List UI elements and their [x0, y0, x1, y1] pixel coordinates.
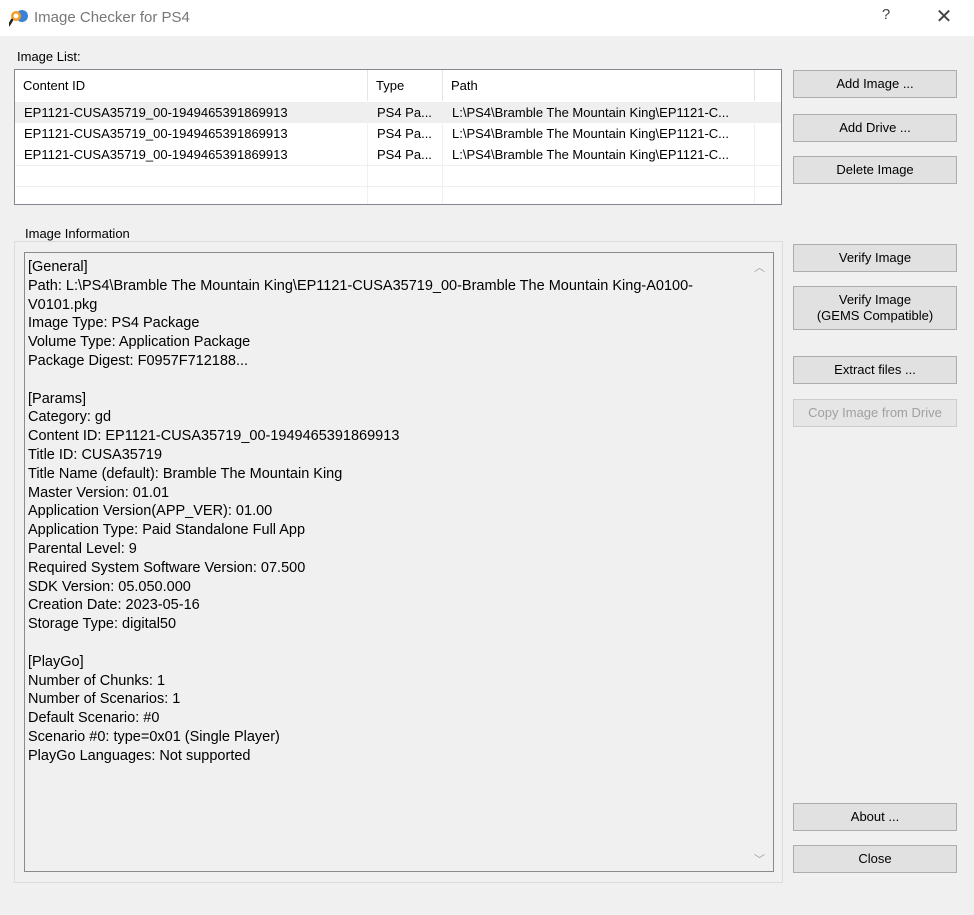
image-information-textbox[interactable]: [General] Path: L:\PS4\Bramble The Mount… [24, 252, 774, 872]
window-title: Image Checker for PS4 [34, 9, 190, 26]
cell-type: PS4 Pa... [368, 102, 443, 123]
verify-image-gems-button[interactable]: Verify Image (GEMS Compatible) [793, 286, 957, 330]
copy-image-from-drive-button: Copy Image from Drive [793, 399, 957, 427]
cell-content-id: EP1121-CUSA35719_00-1949465391869913 [15, 144, 368, 165]
cell-empty [443, 187, 755, 204]
image-list-table[interactable]: Content ID Type Path EP1121-CUSA35719_00… [14, 69, 782, 205]
app-icon [7, 9, 29, 27]
table-row[interactable]: EP1121-CUSA35719_00-1949465391869913 PS4… [15, 144, 781, 165]
verify-gems-line2: (GEMS Compatible) [816, 308, 934, 323]
scroll-up-icon[interactable]: ︿ [754, 259, 765, 275]
table-row-empty [15, 186, 781, 204]
cell-empty [443, 166, 755, 187]
cell-path: L:\PS4\Bramble The Mountain King\EP1121-… [443, 102, 755, 123]
column-header-type[interactable]: Type [368, 70, 443, 101]
cell-empty [15, 187, 368, 204]
cell-type: PS4 Pa... [368, 123, 443, 144]
table-row[interactable]: EP1121-CUSA35719_00-1949465391869913 PS4… [15, 102, 781, 123]
verify-gems-line1: Verify Image [838, 292, 912, 307]
cell-empty [755, 187, 781, 204]
cell-empty [368, 187, 443, 204]
cell-content-id: EP1121-CUSA35719_00-1949465391869913 [15, 123, 368, 144]
extract-files-button[interactable]: Extract files ... [793, 356, 957, 384]
delete-image-button[interactable]: Delete Image [793, 156, 957, 184]
cell-filler [755, 144, 781, 165]
add-drive-button[interactable]: Add Drive ... [793, 114, 957, 142]
cell-filler [755, 123, 781, 144]
scroll-down-icon[interactable]: ﹀ [754, 851, 765, 867]
image-information-text: [General] Path: L:\PS4\Bramble The Mount… [28, 259, 693, 764]
cell-empty [368, 166, 443, 187]
add-image-button[interactable]: Add Image ... [793, 70, 957, 98]
title-bar: Image Checker for PS4 ? ✕ [0, 0, 974, 36]
help-button[interactable]: ? [868, 6, 904, 28]
verify-image-button[interactable]: Verify Image [793, 244, 957, 272]
cell-empty [15, 166, 368, 187]
image-list-label: Image List: [17, 49, 81, 64]
cell-path: L:\PS4\Bramble The Mountain King\EP1121-… [443, 144, 755, 165]
cell-filler [755, 102, 781, 123]
close-button[interactable]: Close [793, 845, 957, 873]
table-header: Content ID Type Path [15, 70, 781, 102]
cell-empty [755, 166, 781, 187]
close-window-button[interactable]: ✕ [926, 4, 962, 28]
cell-path: L:\PS4\Bramble The Mountain King\EP1121-… [443, 123, 755, 144]
cell-content-id: EP1121-CUSA35719_00-1949465391869913 [15, 102, 368, 123]
image-information-label: Image Information [21, 226, 134, 241]
table-row-empty [15, 165, 781, 187]
column-header-content-id[interactable]: Content ID [15, 70, 368, 101]
about-button[interactable]: About ... [793, 803, 957, 831]
column-header-path[interactable]: Path [443, 70, 755, 101]
column-header-filler [755, 70, 781, 101]
cell-type: PS4 Pa... [368, 144, 443, 165]
table-row[interactable]: EP1121-CUSA35719_00-1949465391869913 PS4… [15, 123, 781, 144]
